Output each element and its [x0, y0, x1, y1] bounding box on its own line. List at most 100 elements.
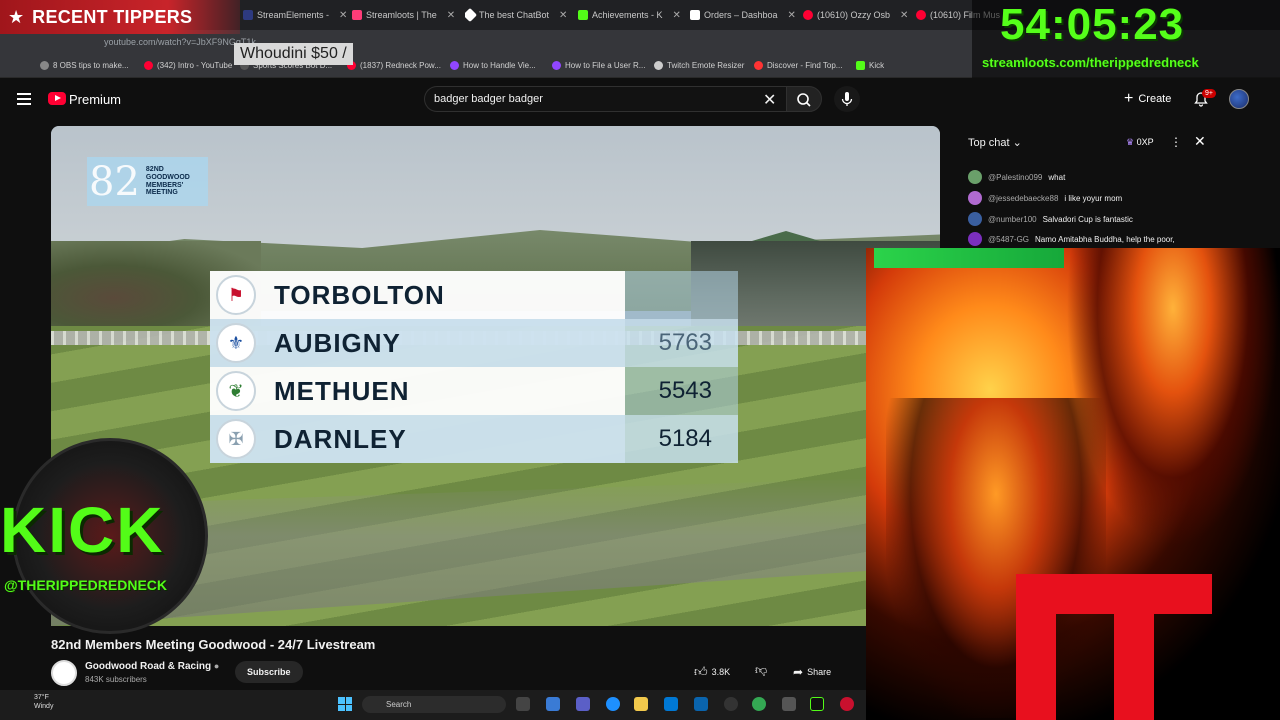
browser-tab[interactable]: StreamElements - ✕ — [243, 5, 347, 25]
subscribe-button[interactable]: Subscribe — [235, 661, 303, 683]
file-explorer-icon[interactable] — [634, 697, 648, 711]
chat-message: @number100 Salvadori Cup is fantastic — [968, 210, 1133, 228]
tab-close-icon[interactable]: ✕ — [339, 10, 347, 21]
leaderboard-row: ✠ DARNLEY 5184 — [210, 415, 738, 463]
terminal-icon[interactable] — [810, 697, 824, 711]
taskbar-app-icon[interactable] — [782, 697, 796, 711]
tab-favicon-icon — [690, 10, 700, 20]
avatar — [968, 170, 982, 184]
chevron-down-icon: ⌄ — [1012, 137, 1022, 149]
team-crest-icon: ⚜ — [216, 323, 256, 363]
bookmark-item[interactable]: Kick — [856, 61, 884, 70]
tab-close-icon[interactable]: ✕ — [900, 10, 907, 21]
team-crest-icon: ✠ — [216, 419, 256, 459]
tab-close-icon[interactable]: ✕ — [673, 10, 681, 21]
kick-overlay-handle: @THERIPPEDREDNECK — [4, 577, 168, 593]
windows-start-icon[interactable] — [338, 697, 352, 711]
obs-icon[interactable] — [724, 697, 738, 711]
kick-overlay-text: KICK — [0, 494, 165, 566]
edge-icon[interactable] — [606, 697, 620, 711]
bookmark-icon — [552, 61, 561, 70]
search-button[interactable] — [786, 86, 822, 112]
team-score: 5543 — [658, 377, 712, 404]
dislike-button[interactable]: 👎︎ — [755, 663, 767, 678]
team-score: 5184 — [658, 425, 712, 452]
xp-counter[interactable]: ♛ 0XP — [1126, 137, 1154, 148]
bookmark-item[interactable]: (1837) Redneck Pow... — [347, 61, 441, 70]
youtube-logo-icon[interactable] — [48, 92, 66, 105]
event-number: 82 — [89, 158, 140, 205]
browser-tab[interactable]: Achievements - K ✕ — [578, 5, 686, 25]
bookmark-icon — [144, 61, 153, 70]
chat-message: @Palestino099 what — [968, 168, 1065, 186]
chat-mode-dropdown[interactable]: Top chat ⌄ — [968, 136, 1022, 149]
thumbs-down-icon: 👎︎ — [755, 663, 768, 677]
avatar — [968, 191, 982, 205]
tab-favicon-icon — [916, 10, 926, 20]
weather-widget[interactable]: 37°F Windy — [34, 693, 53, 711]
streamloots-url: streamloots.com/therippedredneck — [982, 55, 1199, 70]
share-button[interactable]: ➦ Share — [793, 662, 831, 682]
team-name: AUBIGNY — [274, 328, 401, 358]
bookmark-item[interactable]: How to File a User R... — [552, 61, 645, 70]
taskbar-app-icon[interactable] — [840, 697, 854, 711]
chrome-icon[interactable] — [752, 697, 766, 711]
team-crest-icon: ❦ — [216, 371, 256, 411]
chat-message: @jessedebaecke88 i like yoyur mom — [968, 189, 1122, 207]
browser-tab[interactable]: Streamloots | The ✕ — [352, 5, 460, 25]
video-title: 82nd Members Meeting Goodwood - 24/7 Liv… — [51, 637, 376, 652]
clear-search-icon[interactable]: ✕ — [763, 90, 776, 110]
notification-badge: 9+ — [1202, 89, 1216, 98]
tab-favicon-icon — [803, 10, 813, 20]
star-icon: ★ — [8, 6, 25, 27]
search-input-value[interactable]: badger badger badger — [434, 93, 543, 105]
avatar — [968, 232, 982, 246]
leaderboard-row: ⚑ TORBOLTON — [210, 271, 738, 319]
chat-message: @5487-GG Namo Amitabha Buddha, help the p… — [968, 230, 1175, 248]
taskbar-app-icon[interactable] — [546, 697, 560, 711]
bookmark-icon — [754, 61, 763, 70]
browser-tab[interactable]: The best ChatBot ✕ — [465, 5, 575, 25]
youtube-brand[interactable]: Premium — [69, 92, 121, 107]
close-chat-icon[interactable]: ✕ — [1194, 133, 1206, 150]
avatar[interactable] — [1229, 89, 1249, 109]
fire-overlay-red-glyph — [1016, 574, 1212, 720]
bookmark-icon — [450, 61, 459, 70]
tab-close-icon[interactable]: ✕ — [447, 10, 455, 21]
tab-favicon-icon — [465, 7, 478, 23]
like-button[interactable]: 👍︎ 3.8K — [694, 662, 730, 682]
leaderboard-score-cell — [625, 271, 738, 319]
tab-close-icon[interactable]: ✕ — [788, 10, 796, 21]
event-badge: 82 82nd Goodwood Members' Meeting — [87, 157, 208, 206]
bookmark-item[interactable]: 8 OBS tips to make... — [40, 61, 129, 70]
share-icon: ➦ — [793, 665, 804, 679]
search-icon — [797, 93, 811, 107]
more-options-icon[interactable]: ⋮ — [1170, 135, 1182, 149]
thumbs-up-icon: 👍︎ — [694, 664, 708, 679]
leaderboard-name-cell — [210, 415, 625, 463]
outlook-icon[interactable] — [694, 697, 708, 711]
channel-name[interactable]: Goodwood Road & Racing ● — [85, 661, 219, 672]
bookmark-item[interactable]: Twitch Emote Resizer — [654, 61, 744, 70]
recent-tippers-banner: ★ RECENT TIPPERS — [0, 0, 240, 34]
taskbar-search[interactable]: Search — [362, 696, 506, 713]
bookmark-icon — [40, 61, 49, 70]
tab-close-icon[interactable]: ✕ — [559, 10, 567, 21]
avatar — [968, 212, 982, 226]
bookmark-icon — [856, 61, 865, 70]
create-button[interactable]: + Create — [1124, 89, 1171, 109]
leaderboard-row: ❦ METHUEN 5543 — [210, 367, 738, 415]
voice-search-button[interactable] — [834, 86, 860, 112]
teams-icon[interactable] — [576, 697, 590, 711]
team-crest-icon: ⚑ — [216, 275, 256, 315]
browser-tab[interactable]: (10610) Ozzy Osb ✕ — [803, 5, 907, 25]
browser-tab[interactable]: Orders – Dashboa ✕ — [690, 5, 798, 25]
bookmark-item[interactable]: How to Handle Vie... — [450, 61, 536, 70]
channel-avatar[interactable] — [51, 660, 77, 686]
task-view-icon[interactable] — [516, 697, 530, 711]
menu-icon[interactable] — [17, 93, 31, 105]
tab-favicon-icon — [578, 10, 588, 20]
store-icon[interactable] — [664, 697, 678, 711]
bookmark-item[interactable]: (342) Intro - YouTube — [144, 61, 232, 70]
bookmark-item[interactable]: Discover - Find Top... — [754, 61, 842, 70]
